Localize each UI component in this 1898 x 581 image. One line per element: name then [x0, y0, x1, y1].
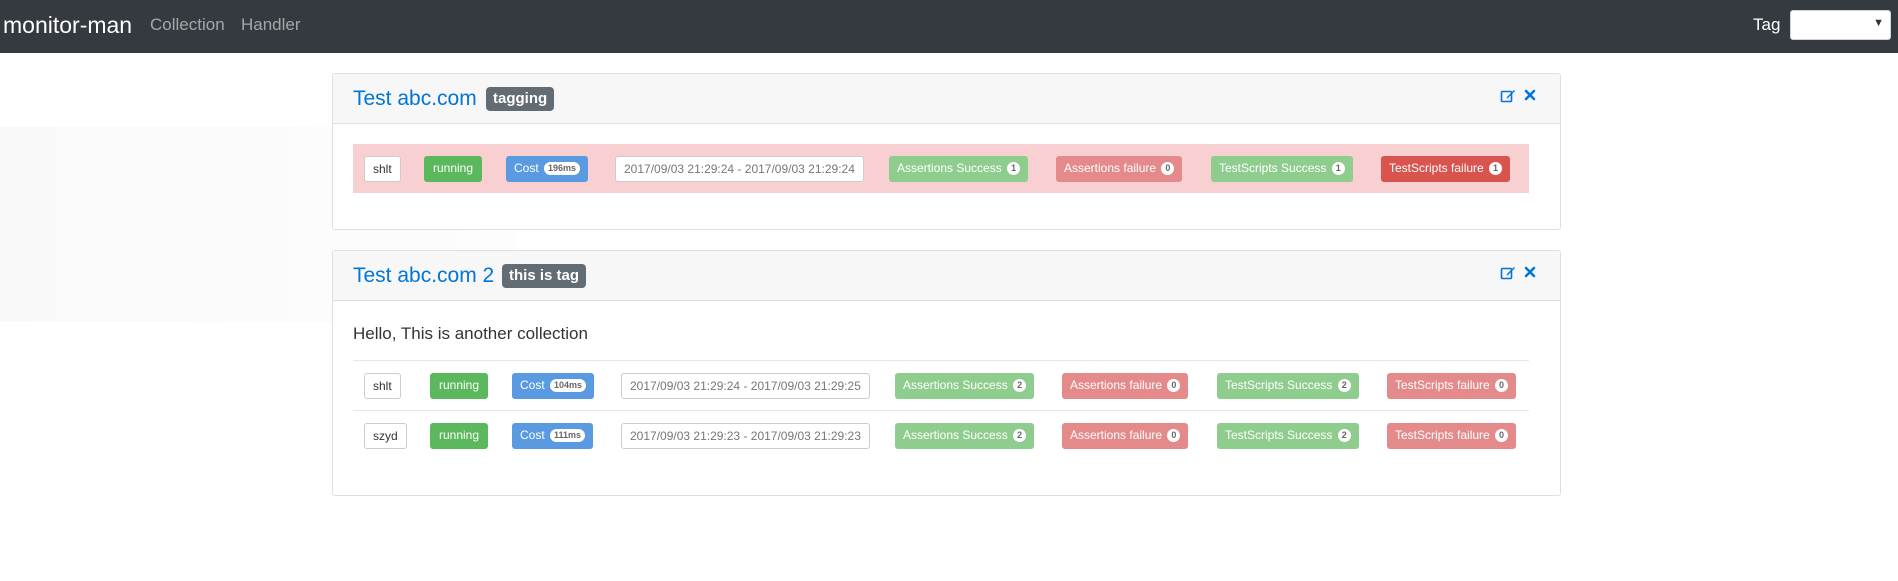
time-range: 2017/09/03 21:29:24 - 2017/09/03 21:29:2…: [621, 373, 870, 399]
cost-badge: Cost 111ms: [512, 423, 594, 449]
assertions-success-badge: Assertions Success 1: [889, 156, 1029, 182]
collection-description: Hello, This is another collection: [353, 324, 588, 343]
testscripts-success-label: TestScripts Success: [1225, 378, 1333, 392]
assertions-success-count: 1: [1007, 162, 1021, 175]
result-name[interactable]: shlt: [364, 373, 401, 399]
result-name[interactable]: shlt: [364, 156, 401, 182]
testscripts-success-badge: TestScripts Success 2: [1217, 373, 1359, 399]
cost-badge: Cost 196ms: [506, 156, 589, 182]
cost-label: Cost: [520, 428, 545, 442]
testscripts-success-label: TestScripts Success: [1225, 428, 1333, 442]
assertions-failure-badge: Assertions failure 0: [1062, 423, 1189, 449]
card-header: Test abc.com tagging: [333, 74, 1560, 124]
testscripts-failure-badge: TestScripts failure 1: [1381, 156, 1511, 182]
collection-card: Test abc.com 2 this is tag Hello, This i…: [332, 250, 1561, 496]
assertions-failure-label: Assertions failure: [1064, 161, 1157, 175]
testscripts-success-count: 2: [1337, 429, 1351, 442]
testscripts-failure-count: 0: [1495, 379, 1509, 392]
assertions-success-badge: Assertions Success 2: [895, 423, 1035, 449]
edit-icon[interactable]: [1499, 88, 1517, 106]
card-header: Test abc.com 2 this is tag: [333, 251, 1560, 301]
time-range: 2017/09/03 21:29:24 - 2017/09/03 21:29:2…: [615, 156, 864, 182]
testscripts-success-badge: TestScripts Success 2: [1217, 423, 1359, 449]
assertions-success-count: 2: [1013, 429, 1027, 442]
tag-filter-select[interactable]: ▼: [1790, 10, 1891, 40]
cost-label: Cost: [520, 378, 545, 392]
nav-link-handler[interactable]: Handler: [241, 15, 301, 35]
testscripts-success-count: 2: [1337, 379, 1351, 392]
time-range: 2017/09/03 21:29:23 - 2017/09/03 21:29:2…: [621, 423, 870, 449]
assertions-failure-count: 0: [1167, 429, 1181, 442]
collection-card: Test abc.com tagging shlt running Cost 1…: [332, 73, 1561, 230]
testscripts-success-label: TestScripts Success: [1219, 161, 1327, 175]
assertions-failure-count: 0: [1167, 379, 1181, 392]
cost-value: 104ms: [550, 379, 587, 392]
cost-label: Cost: [514, 161, 539, 175]
assertions-failure-badge: Assertions failure 0: [1062, 373, 1189, 399]
testscripts-success-count: 1: [1331, 162, 1345, 175]
tag-filter-label: Tag: [1753, 15, 1781, 34]
testscripts-failure-label: TestScripts failure: [1389, 161, 1484, 175]
result-row: szyd running Cost 111ms 2017/09/03 21:29…: [353, 410, 1529, 459]
testscripts-failure-badge: TestScripts failure 0: [1387, 423, 1517, 449]
result-row: shlt running Cost 196ms 2017/09/03 21:29…: [353, 144, 1529, 193]
assertions-success-label: Assertions Success: [897, 161, 1002, 175]
assertions-success-label: Assertions Success: [903, 428, 1008, 442]
result-status-badge: running: [430, 373, 489, 399]
cost-value: 111ms: [550, 429, 586, 442]
collection-title[interactable]: Test abc.com 2: [353, 263, 494, 289]
testscripts-failure-badge: TestScripts failure 0: [1387, 373, 1517, 399]
assertions-failure-count: 0: [1161, 162, 1175, 175]
collection-tag-badge: this is tag: [502, 264, 587, 288]
assertions-success-label: Assertions Success: [903, 378, 1008, 392]
close-icon[interactable]: [1521, 265, 1539, 283]
edit-icon[interactable]: [1499, 265, 1517, 283]
collection-tag-badge: tagging: [486, 87, 555, 111]
close-icon[interactable]: [1521, 88, 1539, 106]
chevron-down-icon: ▼: [1873, 17, 1884, 29]
assertions-failure-badge: Assertions failure 0: [1056, 156, 1183, 182]
result-row: shlt running Cost 104ms 2017/09/03 21:29…: [353, 360, 1529, 409]
testscripts-failure-label: TestScripts failure: [1395, 428, 1490, 442]
testscripts-failure-label: TestScripts failure: [1395, 378, 1490, 392]
cost-badge: Cost 104ms: [512, 373, 595, 399]
testscripts-failure-count: 0: [1495, 429, 1509, 442]
collection-title[interactable]: Test abc.com: [353, 86, 477, 112]
testscripts-failure-count: 1: [1489, 162, 1503, 175]
navbar: monitor-man Collection Handler Tag ▼: [0, 0, 1898, 53]
nav-link-collection[interactable]: Collection: [150, 15, 225, 35]
testscripts-success-badge: TestScripts Success 1: [1211, 156, 1353, 182]
brand[interactable]: monitor-man: [3, 11, 132, 39]
result-name[interactable]: szyd: [364, 423, 407, 449]
assertions-failure-label: Assertions failure: [1070, 428, 1163, 442]
assertions-failure-label: Assertions failure: [1070, 378, 1163, 392]
result-status-badge: running: [424, 156, 483, 182]
result-status-badge: running: [430, 423, 489, 449]
assertions-success-badge: Assertions Success 2: [895, 373, 1035, 399]
assertions-success-count: 2: [1013, 379, 1027, 392]
cost-value: 196ms: [544, 162, 581, 175]
